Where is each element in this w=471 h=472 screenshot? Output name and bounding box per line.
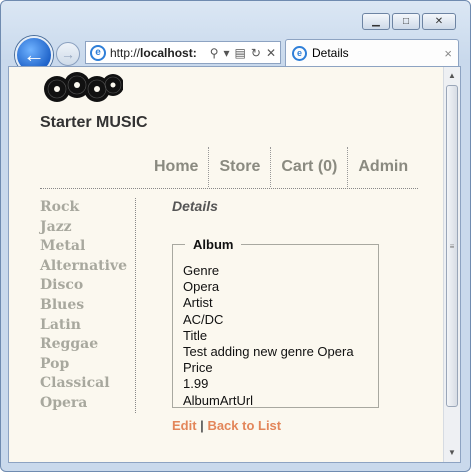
window-controls: ▁ □ ✕	[362, 13, 456, 30]
genre-link-pop[interactable]: Pop	[40, 355, 135, 375]
field-value-genre: Opera	[183, 279, 220, 295]
minimize-button[interactable]: ▁	[362, 13, 390, 30]
address-bar[interactable]: e http://localhost: ⚲ ▾ ▤ ↻ ✕	[85, 41, 281, 64]
menu-store[interactable]: Store	[209, 147, 272, 187]
field-value-price: 1.99	[183, 376, 209, 392]
genre-link-blues[interactable]: Blues	[40, 296, 135, 316]
edit-link[interactable]: Edit	[172, 418, 197, 433]
tab-title: Details	[312, 46, 349, 60]
menu-divider	[40, 188, 418, 189]
action-separator: |	[196, 418, 208, 433]
genre-link-opera[interactable]: Opera	[40, 394, 135, 414]
genre-link-reggae[interactable]: Reggae	[40, 335, 135, 355]
site-title: Starter MUSIC	[40, 114, 148, 131]
field-label-title: Title	[183, 327, 208, 343]
album-fields: Genre Opera Artist AC/DC Title Test addi…	[183, 263, 354, 409]
ie-icon: e	[292, 45, 307, 61]
menu-cart[interactable]: Cart (0)	[271, 147, 349, 187]
tab-details[interactable]: e Details ×	[285, 39, 459, 66]
ie-icon: e	[90, 44, 106, 61]
tab-close-icon[interactable]: ×	[444, 46, 452, 61]
field-value-artist: AC/DC	[183, 311, 224, 327]
address-tools: ⚲ ▾ ▤ ↻ ✕	[210, 46, 276, 60]
back-to-list-link[interactable]: Back to List	[207, 418, 281, 433]
close-window-button[interactable]: ✕	[422, 13, 456, 30]
genre-link-metal[interactable]: Metal	[40, 237, 135, 257]
dropdown-icon[interactable]: ▾	[224, 46, 230, 60]
action-links: Edit | Back to List	[172, 418, 281, 433]
scroll-thumb[interactable]: ≡	[446, 85, 458, 407]
arrow-right-icon: →	[61, 46, 75, 62]
genre-link-latin[interactable]: Latin	[40, 316, 135, 336]
arrow-left-icon: ←	[23, 42, 45, 67]
genre-link-rock[interactable]: Rock	[40, 198, 135, 218]
browser-window: ▁ □ ✕ ← → e http://localhost: ⚲ ▾ ▤ ↻ ✕ …	[0, 0, 471, 472]
main-menu: Home Store Cart (0) Admin	[144, 147, 418, 187]
field-label-genre: Genre	[183, 263, 220, 278]
genre-link-disco[interactable]: Disco	[40, 276, 135, 296]
scroll-down-icon[interactable]: ▼	[446, 446, 458, 460]
genre-link-classical[interactable]: Classical	[40, 374, 135, 394]
menu-home[interactable]: Home	[144, 147, 210, 187]
address-url: http://localhost:	[110, 46, 210, 60]
genre-sidebar: Rock Jazz Metal Alternative Disco Blues …	[40, 198, 136, 413]
vertical-scrollbar[interactable]: ▲ ≡ ▼	[443, 67, 460, 462]
field-label-price: Price	[183, 360, 213, 376]
scroll-up-icon[interactable]: ▲	[446, 69, 458, 83]
genre-link-jazz[interactable]: Jazz	[40, 218, 135, 238]
album-fieldset: Album Genre Opera Artist AC/DC Title Tes…	[172, 237, 379, 409]
page-viewport: Starter MUSIC Home Store Cart (0) Admin …	[8, 66, 461, 463]
page-heading: Details	[172, 198, 218, 214]
vinyl-records-logo	[44, 72, 123, 102]
refresh-icon[interactable]: ↻	[251, 46, 261, 60]
fieldset-legend: Album	[185, 237, 242, 252]
menu-admin[interactable]: Admin	[348, 147, 418, 187]
search-icon[interactable]: ⚲	[210, 46, 219, 60]
url-scheme: http://	[110, 45, 141, 60]
genre-link-alternative[interactable]: Alternative	[40, 257, 135, 277]
forward-button[interactable]: →	[56, 42, 80, 66]
url-host: localhost:	[140, 45, 197, 60]
field-label-artist: Artist	[183, 295, 213, 311]
compat-view-icon[interactable]: ▤	[235, 46, 246, 60]
maximize-button[interactable]: □	[392, 13, 420, 30]
field-label-albumarturl: AlbumArtUrl	[183, 392, 254, 408]
stop-icon[interactable]: ✕	[266, 46, 276, 60]
field-value-title: Test adding new genre Opera	[183, 344, 354, 360]
